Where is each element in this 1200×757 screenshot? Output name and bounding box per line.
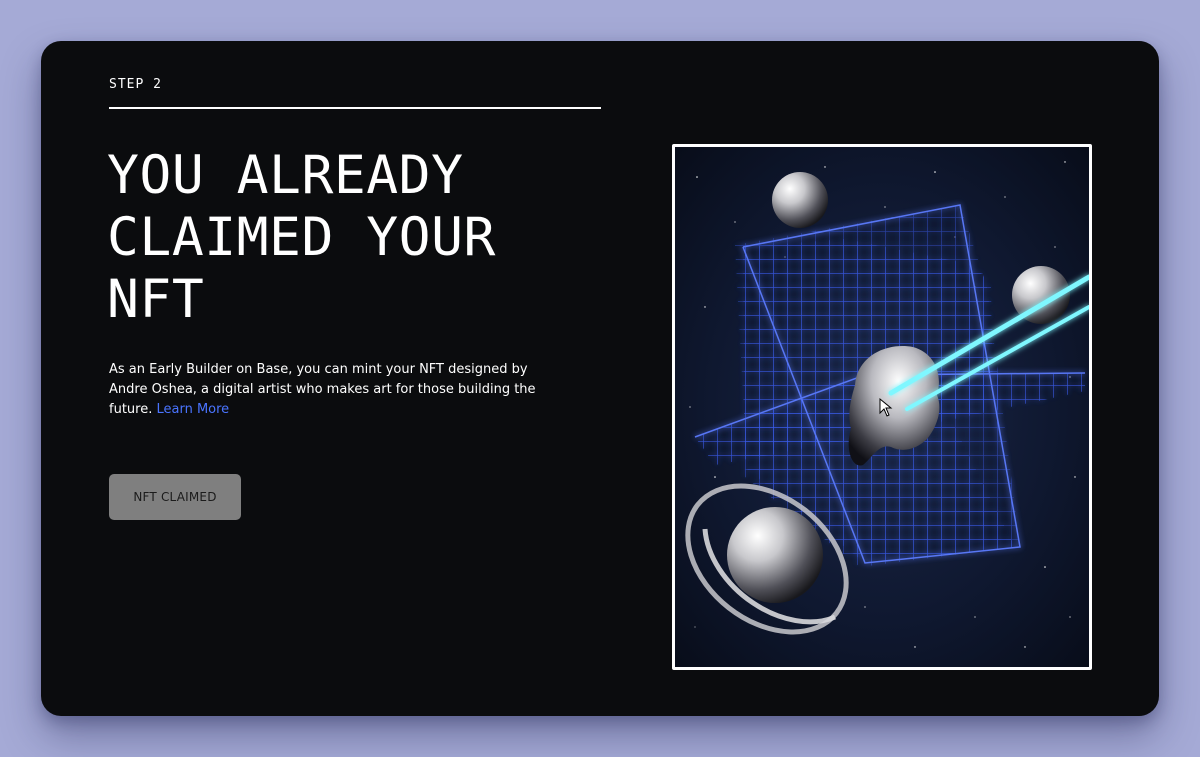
- nft-artwork: [672, 144, 1092, 670]
- step-divider: [109, 107, 601, 109]
- learn-more-link[interactable]: Learn More: [156, 402, 229, 417]
- sphere-top: [772, 172, 828, 228]
- page-title: YOU ALREADY CLAIMED YOUR NFT: [107, 145, 587, 331]
- step-label: STEP 2: [109, 77, 162, 92]
- title-line-3: NFT: [107, 269, 205, 330]
- claim-card: STEP 2 YOU ALREADY CLAIMED YOUR NFT As a…: [41, 41, 1159, 716]
- nft-artwork-image: [675, 147, 1089, 667]
- title-line-2: CLAIMED YOUR: [107, 207, 496, 268]
- description: As an Early Builder on Base, you can min…: [109, 360, 561, 420]
- title-line-1: YOU ALREADY: [107, 145, 464, 206]
- nft-claimed-button[interactable]: NFT CLAIMED: [109, 474, 241, 520]
